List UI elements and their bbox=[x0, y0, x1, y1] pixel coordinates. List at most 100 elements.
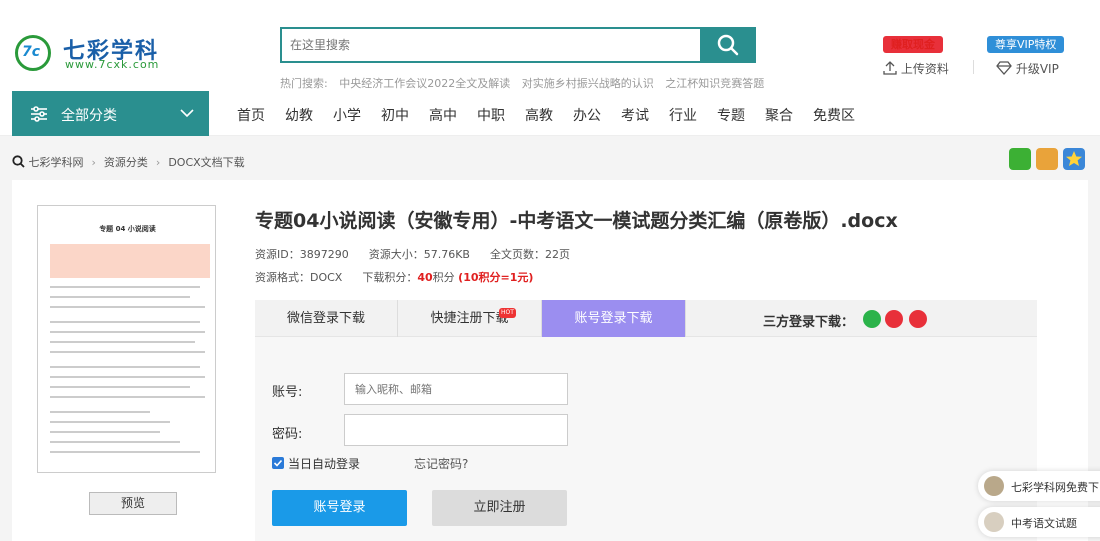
thumbnail-line bbox=[50, 411, 150, 413]
floating-link[interactable]: 七彩学科网免费下 bbox=[978, 471, 1100, 501]
resource-id: 资源ID：3897290 bbox=[255, 248, 349, 261]
nav-item[interactable]: 聚合 bbox=[765, 105, 793, 125]
hot-searches: 热门搜索: 中央经济工作会议2022全文及解读 对实施乡村振兴战略的认识 之江杯… bbox=[280, 75, 772, 91]
site-logo[interactable]: 7c 七彩学科 www.7cxk.com bbox=[15, 33, 175, 73]
page-count: 全文页数：22页 bbox=[489, 248, 570, 261]
search-input[interactable] bbox=[282, 29, 701, 61]
qq-login-icon[interactable] bbox=[885, 310, 903, 328]
floating-link-label: 中考语文试题 bbox=[1011, 517, 1077, 530]
document-thumbnail[interactable]: 专题 04 小说阅读 bbox=[37, 205, 216, 473]
password-input[interactable] bbox=[345, 415, 567, 445]
divider bbox=[973, 60, 974, 74]
chevron-right-icon: › bbox=[155, 156, 161, 169]
wechat-login-icon[interactable] bbox=[863, 310, 881, 328]
thumbnail-line bbox=[50, 441, 180, 443]
header: 7c 七彩学科 www.7cxk.com 热门搜索: 中央经济工作会议2022全… bbox=[0, 0, 1100, 91]
wechat-share-icon[interactable] bbox=[1009, 148, 1031, 170]
thumbnail-line bbox=[50, 296, 190, 298]
main-nav: 全部分类 首页 幼教 小学 初中 高中 中职 高教 办公 考试 行业 专题 聚合 免费区 bbox=[0, 91, 1100, 136]
download-points: 下载积分：40积分 (10积分=1元) bbox=[362, 271, 534, 284]
nav-item[interactable]: 初中 bbox=[381, 105, 409, 125]
breadcrumb-item[interactable]: 七彩学科网 bbox=[29, 156, 84, 169]
hot-item[interactable]: 之江杯知识竞赛答题 bbox=[665, 77, 764, 90]
search-button[interactable] bbox=[700, 27, 756, 63]
remember-label: 当日自动登录 bbox=[288, 457, 361, 471]
forgot-password-link[interactable]: 忘记密码? bbox=[414, 455, 468, 472]
preview-button[interactable]: 预览 bbox=[89, 492, 177, 515]
hot-item[interactable]: 对实施乡村振兴战略的认识 bbox=[522, 77, 654, 90]
nav-item[interactable]: 考试 bbox=[621, 105, 649, 125]
nav-item[interactable]: 中职 bbox=[477, 105, 505, 125]
thumbnail-line bbox=[50, 421, 170, 423]
thumbnail-line bbox=[50, 286, 200, 288]
upgrade-vip-link[interactable]: 升级VIP bbox=[996, 60, 1059, 77]
resource-format: 资源格式：DOCX bbox=[255, 271, 343, 284]
thumbnail-line bbox=[50, 376, 205, 378]
chevron-down-icon bbox=[180, 109, 194, 118]
floating-link[interactable]: 中考语文试题 bbox=[978, 507, 1100, 537]
star-share-icon[interactable] bbox=[1063, 148, 1085, 170]
breadcrumb-item[interactable]: 资源分类 bbox=[104, 156, 148, 169]
nav-item[interactable]: 行业 bbox=[669, 105, 697, 125]
floating-link-label: 七彩学科网免费下 bbox=[1011, 481, 1099, 494]
account-label: 账号: bbox=[272, 385, 303, 400]
nav-items: 首页 幼教 小学 初中 高中 中职 高教 办公 考试 行业 专题 聚合 免费区 bbox=[237, 105, 875, 125]
tab-quick-register[interactable]: 快捷注册下载 HOT bbox=[398, 300, 542, 337]
account-field-box bbox=[344, 373, 568, 405]
thumbnail-line bbox=[50, 341, 195, 343]
password-field-box bbox=[344, 414, 568, 446]
register-button[interactable]: 立即注册 bbox=[432, 490, 567, 526]
document-title: 专题04小说阅读（安徽专用）-中考语文一模试题分类汇编（原卷版）.docx bbox=[255, 210, 898, 232]
upload-link[interactable]: 上传资料 bbox=[883, 60, 949, 77]
thumbnail-line bbox=[50, 431, 160, 433]
nav-item[interactable]: 免费区 bbox=[813, 105, 855, 125]
thumbnail-line bbox=[50, 306, 205, 308]
thumbnail-line bbox=[50, 366, 200, 368]
nav-item[interactable]: 办公 bbox=[573, 105, 601, 125]
check-icon bbox=[273, 459, 283, 467]
logo-mark-text: 7c bbox=[22, 44, 41, 60]
star-icon bbox=[1066, 151, 1082, 166]
all-categories-button[interactable]: 全部分类 bbox=[12, 91, 209, 136]
account-input[interactable] bbox=[345, 374, 567, 404]
diamond-icon bbox=[996, 61, 1012, 75]
weibo-login-icon[interactable] bbox=[909, 310, 927, 328]
chevron-right-icon: › bbox=[91, 156, 96, 169]
remember-checkbox[interactable] bbox=[272, 457, 284, 469]
thumbnail-title: 专题 04 小说阅读 bbox=[99, 225, 156, 233]
weibo-share-icon[interactable] bbox=[1036, 148, 1058, 170]
third-party-login-label: 三方登录下载： bbox=[763, 315, 855, 330]
vip-badge[interactable]: 尊享VIP特权 bbox=[987, 36, 1065, 53]
tab-wechat-login[interactable]: 微信登录下载 bbox=[255, 300, 398, 337]
thumbnail-line bbox=[50, 331, 205, 333]
tab-account-login[interactable]: 账号登录下载 bbox=[542, 300, 686, 337]
thumbnail-line bbox=[50, 321, 200, 323]
thumbnail-line bbox=[50, 386, 190, 388]
thumbnail-highlight bbox=[50, 244, 210, 278]
thumbnail-line bbox=[50, 396, 205, 398]
sliders-icon bbox=[31, 106, 47, 122]
search-icon bbox=[12, 155, 25, 168]
site-icon bbox=[984, 476, 1004, 496]
nav-item[interactable]: 专题 bbox=[717, 105, 745, 125]
upload-label: 上传资料 bbox=[900, 62, 949, 76]
upload-icon bbox=[883, 61, 897, 75]
account-login-button[interactable]: 账号登录 bbox=[272, 490, 407, 526]
earn-cash-badge[interactable]: 赚取现金 bbox=[883, 36, 943, 53]
resource-size: 资源大小：57.76KB bbox=[368, 248, 470, 261]
download-tabs: 微信登录下载 快捷注册下载 HOT 账号登录下载 三方登录下载： bbox=[255, 300, 1037, 337]
nav-item[interactable]: 高教 bbox=[525, 105, 553, 125]
search-icon bbox=[717, 34, 739, 56]
breadcrumb-item[interactable]: DOCX文档下载 bbox=[168, 156, 244, 169]
nav-item[interactable]: 小学 bbox=[333, 105, 361, 125]
nav-item[interactable]: 首页 bbox=[237, 105, 265, 125]
logo-mark-icon: 7c bbox=[15, 35, 51, 71]
document-meta-row: 资源ID：3897290 资源大小：57.76KB 全文页数：22页 bbox=[255, 246, 590, 262]
password-label: 密码: bbox=[272, 427, 303, 442]
hot-tag: HOT bbox=[499, 308, 516, 318]
hot-item[interactable]: 中央经济工作会议2022全文及解读 bbox=[339, 77, 510, 90]
nav-item[interactable]: 高中 bbox=[429, 105, 457, 125]
thumbnail-line bbox=[50, 451, 200, 453]
nav-item[interactable]: 幼教 bbox=[285, 105, 313, 125]
all-categories-label: 全部分类 bbox=[61, 108, 117, 124]
